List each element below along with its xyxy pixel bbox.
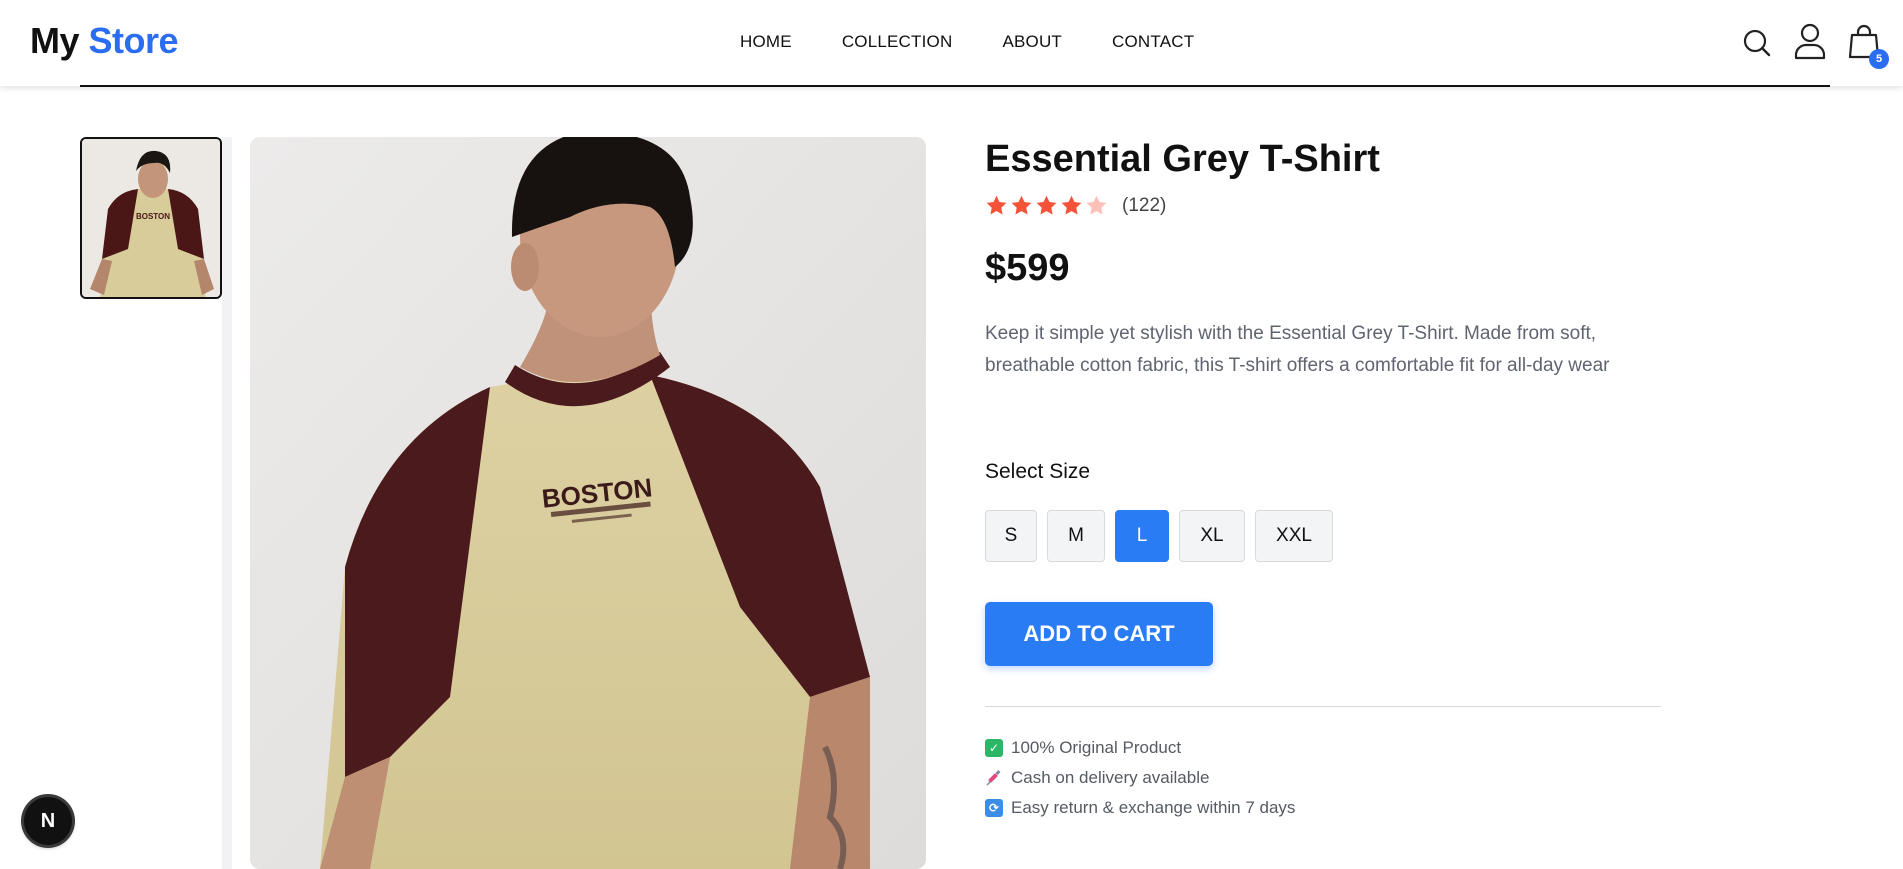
feature-item: Cash on delivery available [985,763,1295,793]
syringe-icon [985,769,1003,787]
product-thumbnail[interactable]: BOSTON [80,137,222,299]
exchange-icon: ⟳ [985,799,1003,817]
product-price: $599 [985,247,1070,289]
logo-accent: Store [88,20,179,61]
feature-text: Cash on delivery available [1011,768,1210,787]
nav-contact[interactable]: CONTACT [1112,32,1194,52]
star-filled-icon [1011,195,1032,215]
nav-home[interactable]: HOME [740,32,792,52]
review-count[interactable]: (122) [1122,195,1166,217]
thumb-shirt-print: BOSTON [136,212,170,221]
feature-item: ⟳ Easy return & exchange within 7 days [985,793,1295,823]
star-filled-icon [1061,195,1082,215]
size-option-m[interactable]: M [1047,510,1105,562]
thumbnail-scrollbar[interactable] [222,137,232,869]
size-option-l[interactable]: L [1115,510,1169,562]
search-icon[interactable] [1742,28,1772,58]
main-nav: HOME COLLECTION ABOUT CONTACT [740,32,1194,52]
add-to-cart-button[interactable]: ADD TO CART [985,602,1213,666]
size-label: Select Size [985,460,1091,483]
site-header: My Store HOME COLLECTION ABOUT CONTACT 5 [0,0,1903,86]
nav-about[interactable]: ABOUT [1002,32,1062,52]
header-divider [80,85,1830,87]
check-icon: ✓ [985,739,1003,757]
size-option-xxl[interactable]: XXL [1255,510,1333,562]
size-option-s[interactable]: S [985,510,1037,562]
product-title: Essential Grey T-Shirt [985,138,1380,180]
product-description: Keep it simple yet stylish with the Esse… [985,323,1610,376]
section-divider [985,706,1661,707]
logo-prefix: My [30,20,80,61]
user-icon[interactable] [1793,22,1827,60]
product-main-image: BOSTON [250,137,926,869]
cart-count-badge: 5 [1869,49,1889,69]
feature-text: Easy return & exchange within 7 days [1011,798,1296,817]
size-selector: S M L XL XXL [985,510,1333,562]
star-empty-icon [1086,195,1107,215]
size-option-xl[interactable]: XL [1179,510,1245,562]
nav-collection[interactable]: COLLECTION [842,32,953,52]
rating-stars [985,194,1108,217]
product-features: ✓ 100% Original Product Cash on delivery… [985,733,1295,823]
badge-letter: N [40,809,56,832]
product-rating: (122) [985,194,1166,217]
nextjs-dev-badge[interactable]: N [24,797,72,845]
store-logo[interactable]: My Store [30,20,179,62]
star-filled-icon [1036,195,1057,215]
star-filled-icon [986,195,1007,215]
feature-item: ✓ 100% Original Product [985,733,1295,763]
feature-text: 100% Original Product [1011,738,1182,757]
